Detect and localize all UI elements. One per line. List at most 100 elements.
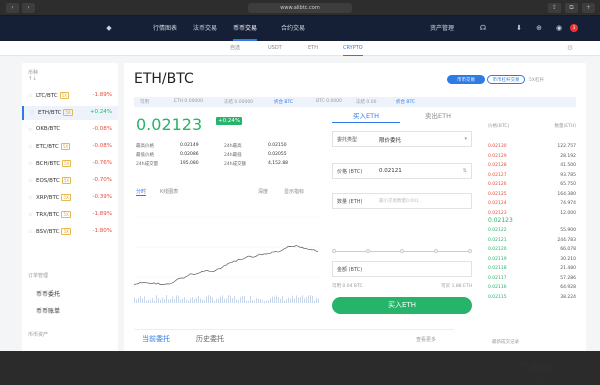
logo-icon[interactable]: ◆ <box>104 23 114 33</box>
nav-item-assets[interactable]: 资产管理 <box>430 16 454 41</box>
view-more-link[interactable]: 查看更多 <box>416 336 436 343</box>
total-input[interactable]: 金额 (BTC) <box>332 261 472 277</box>
stat-value: 0.02149 <box>180 143 199 148</box>
tab-favorites[interactable]: 自选 <box>230 41 240 56</box>
sidebar-section-orders: 订单管理 <box>28 273 49 279</box>
leverage-tag: 5X <box>62 160 72 167</box>
tab-crypto[interactable]: CRYPTO <box>343 41 363 56</box>
book-amount: 122.757 <box>557 144 576 149</box>
pair-row[interactable]: ☆ EOS/BTC 5X -0.70% <box>22 174 118 188</box>
tab-buy[interactable]: 买入ETH <box>332 109 400 123</box>
price-input[interactable]: 价格 (BTC) 0.02121 ⇅ <box>332 163 472 179</box>
star-icon[interactable]: ☆ <box>30 110 34 116</box>
book-amount: 28.192 <box>560 153 576 159</box>
book-price: 0.02120 <box>488 247 507 252</box>
book-row[interactable]: 0.02121 244.783 <box>486 237 578 246</box>
sidebar-link-bills[interactable]: 币币账单 <box>36 306 60 315</box>
book-amount: 30.210 <box>560 256 576 262</box>
pair-name: LTC/BTC 5X <box>36 92 69 99</box>
amount-input[interactable]: 数量 (ETH) 最小交易数量0.001 <box>332 193 472 209</box>
book-row[interactable]: 0.02118 21.480 <box>486 265 578 274</box>
pair-row[interactable]: ☆ TRX/BTC 5X -1.89% <box>22 208 118 222</box>
star-icon[interactable]: ☆ <box>28 195 32 201</box>
page-content: 自选 USDT ETH CRYPTO ⚙ 币种 ↑↓ ☆ LTC/BTC 5X -1.… <box>0 41 600 385</box>
share-button[interactable]: ⇪ <box>548 3 561 13</box>
equiv-btc: 折合 BTC <box>274 100 294 105</box>
book-row[interactable]: 0.02120 66.078 <box>486 246 578 255</box>
toggle-spot[interactable]: 币币交易 <box>447 75 485 84</box>
star-icon[interactable]: ☆ <box>28 144 32 150</box>
field-label: 金额 (BTC) <box>337 267 363 273</box>
nav-item-spot[interactable]: 币币交易 <box>233 16 258 41</box>
pair-row[interactable]: ☆ ETC/BTC 5X -0.08% <box>22 140 118 154</box>
star-icon[interactable]: ☆ <box>28 178 32 184</box>
order-type-select[interactable]: 委托类型 限价委托 ▾ <box>332 131 472 147</box>
pair-row[interactable]: ☆ OKB/BTC -0.08% <box>22 123 118 137</box>
pair-row[interactable]: ☆ LTC/BTC 5X -1.89% <box>22 89 118 103</box>
pair-change: -1.89% <box>92 211 112 217</box>
tab-sell[interactable]: 卖出ETH <box>404 109 472 123</box>
star-icon[interactable]: ☆ <box>28 93 32 99</box>
frozen-btc: 冻结 0.00 <box>356 100 377 105</box>
download-icon[interactable]: ⬇ <box>514 23 524 33</box>
nav-item-futures[interactable]: 合约交易 <box>281 16 305 41</box>
pair-row[interactable]: ☆ BCH/BTC 5X -0.76% <box>22 157 118 171</box>
tab-current-orders[interactable]: 当前委托 <box>142 334 170 344</box>
forward-button[interactable]: › <box>22 3 35 13</box>
sort-icon[interactable]: ↑↓ <box>28 76 36 82</box>
tab-eth[interactable]: ETH <box>308 41 318 56</box>
new-tab-button[interactable]: + <box>582 3 595 13</box>
order-book: 价格(BTC) 数量(ETH) 0.02130 122.757 0.02129 28.… <box>486 123 578 351</box>
price-change-badge: +0.24% <box>216 117 243 125</box>
amount-slider[interactable] <box>332 249 472 253</box>
pair-row[interactable]: ☆ BSV/BTC 5X -1.80% <box>22 225 118 239</box>
user-icon[interactable]: ◉ <box>554 23 564 33</box>
book-row[interactable]: 0.02117 57.286 <box>486 275 578 284</box>
star-icon[interactable]: ☆ <box>28 161 32 167</box>
address-bar[interactable]: www.alibtc.com <box>248 3 352 13</box>
tab-order-history[interactable]: 历史委托 <box>196 334 224 344</box>
star-icon[interactable]: ☆ <box>28 212 32 218</box>
pair-row[interactable]: ☆ XRP/BTC 5X -0.39% <box>22 191 118 205</box>
book-row[interactable]: 0.02125 164.380 <box>486 191 578 200</box>
back-button[interactable]: ‹ <box>6 3 19 13</box>
tab-timeline[interactable]: 分时 <box>136 188 147 196</box>
browser-toolbar: ‹ › www.alibtc.com ⇪ ⧉ + <box>0 0 600 16</box>
buy-button[interactable]: 买入ETH <box>332 297 472 314</box>
support-icon[interactable]: ☊ <box>478 23 488 33</box>
stepper-icon[interactable]: ⇅ <box>463 168 467 174</box>
field-value: 限价委托 <box>379 138 402 144</box>
pair-name: EOS/BTC 5X <box>36 177 72 184</box>
depth-toggle[interactable]: 深度 <box>258 188 268 195</box>
language-icon[interactable]: ⊕ <box>534 23 544 33</box>
toggle-margin[interactable]: 币币杠杆交易 <box>487 75 525 84</box>
star-icon[interactable]: ☆ <box>28 229 32 235</box>
book-row[interactable]: 0.02124 74.974 <box>486 200 578 209</box>
book-row[interactable]: 0.02115 38.224 <box>486 294 578 303</box>
stat-value: 195,080 <box>180 161 199 166</box>
book-row[interactable]: 0.02122 55.900 <box>486 227 578 236</box>
nav-item-fiat[interactable]: 法币交易 <box>193 16 217 41</box>
price-chart[interactable] <box>134 197 319 303</box>
star-icon[interactable]: ☆ <box>28 127 32 133</box>
book-row[interactable]: 0.02128 41.500 <box>486 162 578 171</box>
book-row[interactable]: 0.02119 30.210 <box>486 256 578 265</box>
book-row[interactable]: 0.02126 65.750 <box>486 181 578 190</box>
nav-item-chart[interactable]: 行情图表 <box>153 16 177 41</box>
indicator-toggle[interactable]: 显示指标 <box>284 188 304 195</box>
tabs-button[interactable]: ⧉ <box>565 3 578 13</box>
book-row[interactable]: 0.02127 93.785 <box>486 172 578 181</box>
watermark-site: ALIBTC.COM <box>532 379 563 385</box>
book-row[interactable]: 0.02129 28.192 <box>486 153 578 162</box>
leverage-tag: 5X <box>63 109 73 116</box>
pair-row[interactable]: ☆ ETH/BTC 5X +0.24% <box>22 106 118 120</box>
settings-icon[interactable]: ⚙ <box>565 43 575 53</box>
sidebar-link-orders[interactable]: 币币委托 <box>36 289 60 298</box>
balance-label: 可用 <box>140 100 149 105</box>
leverage-tag: 5X <box>61 194 71 201</box>
book-row[interactable]: 0.02130 122.757 <box>486 143 578 152</box>
tab-kline[interactable]: K线图表 <box>160 188 178 195</box>
tab-usdt[interactable]: USDT <box>268 41 282 56</box>
notification-badge[interactable]: 3 <box>570 24 578 32</box>
book-row[interactable]: 0.02116 64.928 <box>486 284 578 293</box>
